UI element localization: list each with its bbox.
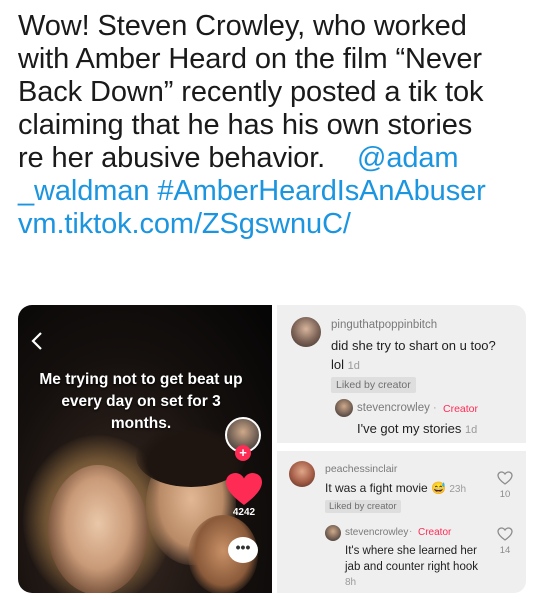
creator-tag: Creator — [418, 527, 452, 538]
media-grid: Me trying not to get beat up every day o… — [18, 305, 526, 593]
mention-link[interactable]: @adam — [357, 142, 459, 174]
comment-card: pinguthatpoppinbitch did she try to shar… — [277, 305, 526, 443]
tweet-text: Wow! Steven Crowley, who worked with Amb… — [18, 10, 528, 241]
tweet-line: _waldman #AmberHeardIsAnAbuser — [18, 175, 528, 208]
like-count: 10 — [499, 489, 511, 500]
tweet-line: re her abusive behavior. @adam — [18, 142, 528, 175]
url-link[interactable]: vm.tiktok.com/ZSgswnuC/ — [18, 208, 351, 240]
plus-icon[interactable]: + — [235, 445, 251, 461]
avatar[interactable] — [335, 399, 353, 417]
caption-line: months. — [110, 415, 172, 432]
avatar[interactable] — [325, 525, 341, 541]
like-count: 14 — [499, 545, 511, 556]
caption-line: every day on set for 3 — [61, 393, 221, 410]
comment-username[interactable]: peachessinclair — [325, 463, 397, 475]
tweet-line-text: re her abusive behavior. — [18, 142, 326, 174]
photo-face-woman — [48, 465, 148, 593]
sweat-smile-emoji: 😅 — [431, 481, 447, 495]
reply-username[interactable]: stevencrowley — [357, 402, 430, 414]
reply-text: I've got my stories — [357, 421, 462, 436]
separator: · — [433, 402, 437, 414]
reply-time: 1d — [464, 424, 478, 436]
heart-outline-icon[interactable] — [497, 471, 513, 485]
reply-time: 8h — [345, 577, 357, 588]
reply-text-row: I've got my stories 1d — [357, 421, 477, 436]
like-count: 4242 — [232, 507, 256, 518]
comment-text: It was a fight movie — [325, 481, 428, 495]
reply-text-cont: jab and counter right hook — [345, 561, 478, 573]
creator-tag: Creator — [443, 403, 479, 415]
reply-text: It's where she learned her — [345, 545, 477, 557]
video-thumbnail[interactable]: Me trying not to get beat up every day o… — [18, 305, 272, 593]
comment-text-line2: lol 1d — [331, 357, 360, 372]
liked-by-creator-badge: Liked by creator — [325, 500, 401, 513]
comment-icon[interactable]: ••• — [228, 537, 258, 563]
comment-username[interactable]: pinguthatpoppinbitch — [331, 319, 437, 331]
comment-card: peachessinclair It was a fight movie 😅 2… — [277, 451, 526, 593]
comment-text-row: It was a fight movie 😅 23h — [325, 481, 466, 495]
tweet-line: with Amber Heard on the film “Never — [18, 43, 482, 75]
tweet-line: Wow! Steven Crowley, who worked — [18, 10, 467, 42]
tweet-line: vm.tiktok.com/ZSgswnuC/ — [18, 208, 528, 241]
avatar[interactable] — [289, 461, 315, 487]
comment-text-cont: lol — [331, 357, 345, 372]
tweet-line: claiming that he has his own stories — [18, 109, 473, 141]
video-caption: Me trying not to get beat up every day o… — [26, 369, 256, 435]
caption-line: Me trying not to get beat up — [39, 371, 243, 388]
hashtag-link[interactable]: #AmberHeardIsAnAbuser — [157, 175, 485, 207]
mention-link-cont[interactable]: _waldman — [18, 175, 149, 207]
heart-outline-icon[interactable] — [497, 527, 513, 541]
reply-username[interactable]: stevencrowley — [345, 527, 408, 538]
comment-time: 23h — [449, 484, 467, 495]
comment-text: did she try to shart on u too? — [331, 338, 496, 353]
liked-by-creator-badge: Liked by creator — [331, 377, 416, 393]
separator: · — [409, 526, 413, 537]
avatar[interactable] — [291, 317, 321, 347]
heart-icon[interactable] — [224, 471, 264, 507]
tweet-line: Back Down” recently posted a tik tok — [18, 76, 484, 108]
comment-time: 1d — [347, 360, 360, 372]
chevron-left-icon[interactable] — [30, 331, 44, 357]
